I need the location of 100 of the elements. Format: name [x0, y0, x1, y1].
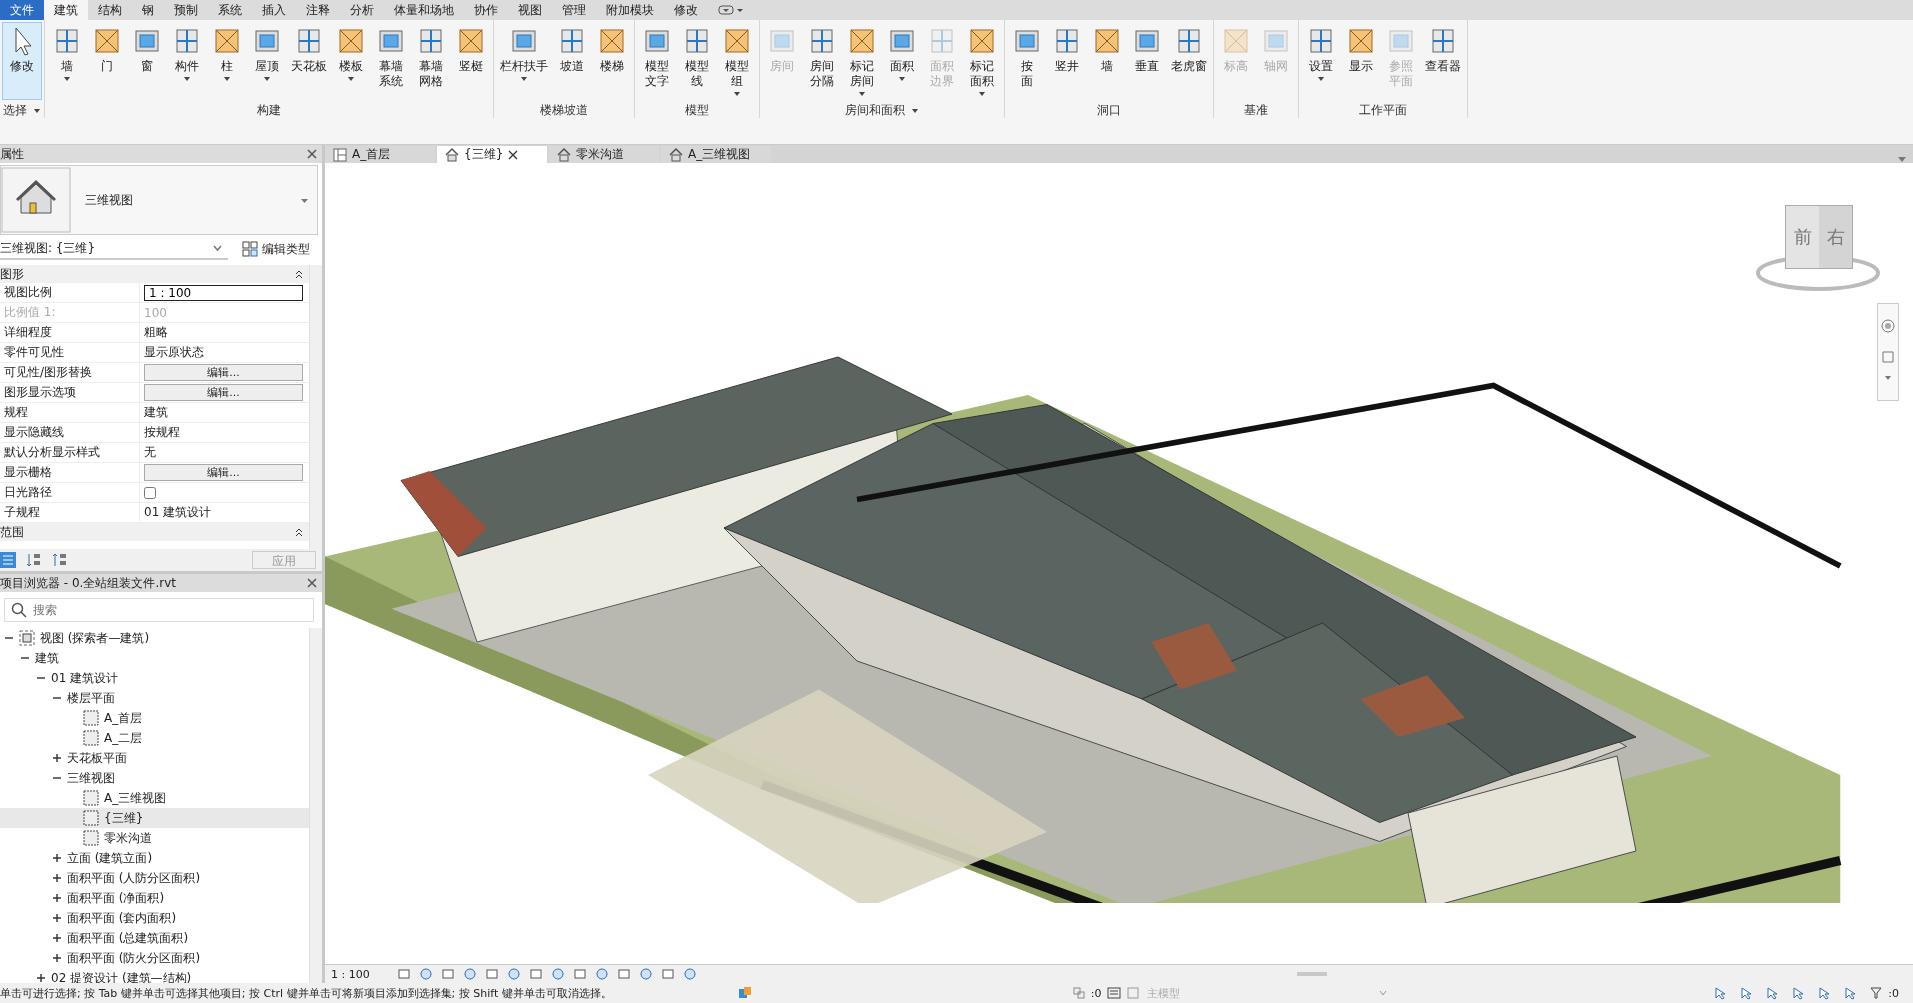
tree-item[interactable]: 零米沟道	[0, 828, 309, 848]
ribbon-tab[interactable]: 协作	[464, 0, 508, 20]
property-input[interactable]: 1 : 100	[144, 284, 303, 301]
cube-face-label[interactable]: 前	[1786, 206, 1819, 268]
view-icon	[83, 790, 99, 806]
ribbon-tool-button[interactable]: 显示	[1341, 22, 1381, 100]
edit-button[interactable]: 编辑...	[144, 384, 303, 401]
ribbon-tool-button[interactable]: 柱	[207, 22, 247, 100]
property-value: 01 建筑设计	[144, 504, 212, 521]
tree-item[interactable]: 02 提资设计 (建筑—结构)	[0, 968, 309, 983]
ribbon-tool-button[interactable]: 房间 分隔	[802, 22, 842, 100]
tree-item[interactable]: {三维}	[0, 808, 309, 828]
tree-item[interactable]: 楼层平面	[0, 688, 309, 708]
file-menu[interactable]: 文件	[0, 0, 44, 20]
ribbon-tab[interactable]: 注释	[296, 0, 340, 20]
scrollbar[interactable]	[309, 265, 322, 549]
view-tab[interactable]: 零米沟道	[549, 146, 659, 163]
property-label: 比例值 1:	[0, 303, 140, 322]
scrollbar[interactable]	[309, 628, 322, 983]
tree-item[interactable]: 天花板平面	[0, 748, 309, 768]
element-count: :0	[1090, 986, 1102, 1000]
ribbon-tab[interactable]: 修改	[664, 0, 708, 20]
ribbon-tool-button[interactable]: 栏杆扶手	[496, 22, 552, 100]
ribbon-tool-button[interactable]: 标记 面积	[962, 22, 1002, 100]
property-label: 详细程度	[0, 323, 140, 342]
ribbon-tab[interactable]: 钢	[132, 0, 164, 20]
panel-title: 属性	[0, 145, 24, 163]
ribbon-tool-button[interactable]: 楼板	[331, 22, 371, 100]
tree-item[interactable]: 视图 (探索者—建筑)	[0, 628, 309, 648]
view-cube[interactable]: 前 右	[1753, 203, 1883, 293]
property-value: 无	[144, 444, 156, 461]
ribbon-tool-button[interactable]: 竖井	[1047, 22, 1087, 100]
tree-item[interactable]: 面积平面 (防火分区面积)	[0, 948, 309, 968]
ribbon-tab[interactable]: 建筑	[44, 0, 88, 20]
caret-icon	[898, 75, 906, 82]
edit-button[interactable]: 编辑...	[144, 364, 303, 381]
tree-item[interactable]: 面积平面 (净面积)	[0, 888, 309, 908]
ribbon-tab[interactable]: 体量和场地	[384, 0, 464, 20]
view-tab[interactable]: A_首层	[325, 146, 435, 163]
tree-item[interactable]: A_三维视图	[0, 788, 309, 808]
property-value: 建筑	[144, 404, 168, 421]
ribbon-tool-button[interactable]: 墙	[1087, 22, 1127, 100]
ribbon-tool-button[interactable]: 标记 房间	[842, 22, 882, 100]
tree-item[interactable]: 立面 (建筑立面)	[0, 848, 309, 868]
type-selector[interactable]: 三维视图	[0, 165, 318, 235]
tree-item[interactable]: A_首层	[0, 708, 309, 728]
ribbon-tool-button[interactable]: 楼梯	[592, 22, 632, 100]
ribbon-tool-button[interactable]: 查看器	[1421, 22, 1465, 100]
ribbon-tool-button[interactable]: 模型 组	[717, 22, 757, 100]
view-tab[interactable]: A_三维视图	[661, 146, 771, 163]
ribbon-tab[interactable]: 附加模块	[596, 0, 664, 20]
tree-item[interactable]: 面积平面 (套内面积)	[0, 908, 309, 928]
3d-viewport[interactable]: 前 右	[325, 163, 1913, 964]
sort-ascending-icon	[26, 552, 42, 568]
ribbon-tab[interactable]: 分析	[340, 0, 384, 20]
instance-dropdown[interactable]: 三维视图: {三维}	[0, 238, 228, 260]
property-label: 日光路径	[0, 483, 140, 502]
checkbox[interactable]	[144, 486, 156, 499]
ribbon-tool-button[interactable]: 幕墙 网格	[411, 22, 451, 100]
view-tab[interactable]: {三维}	[437, 146, 547, 163]
ribbon-tool-button[interactable]: 窗	[127, 22, 167, 100]
ribbon-tool-button[interactable]: 竖梃	[451, 22, 491, 100]
tree-item[interactable]: 三维视图	[0, 768, 309, 788]
ribbon-tab[interactable]: 结构	[88, 0, 132, 20]
caret-icon	[347, 75, 355, 82]
view-scale[interactable]: 1 : 100	[331, 967, 391, 981]
cube-icon	[19, 630, 35, 646]
ribbon-tab[interactable]: 管理	[552, 0, 596, 20]
ribbon-tool-button[interactable]: 设置	[1301, 22, 1341, 100]
ribbon-tab[interactable]: 插入	[252, 0, 296, 20]
ribbon-tool-button[interactable]: 天花板	[287, 22, 331, 100]
property-group-header[interactable]: 范围	[0, 523, 309, 541]
edit-button[interactable]: 编辑...	[144, 464, 303, 481]
ribbon-tool-button[interactable]: 墙	[47, 22, 87, 100]
tree-item[interactable]: 面积平面 (人防分区面积)	[0, 868, 309, 888]
property-group-header[interactable]: 图形	[0, 265, 309, 283]
ribbon-tool-button[interactable]: 修改	[2, 22, 42, 100]
ribbon-tool-button[interactable]: 幕墙 系统	[371, 22, 411, 100]
status-message: 单击可进行选择; 按 Tab 键并单击可选择其他项目; 按 Ctrl 键并单击可将新项目添加到选择集; 按 Shift 键并单击可取消选择。	[0, 985, 612, 1001]
tree-item[interactable]: 面积平面 (总建筑面积)	[0, 928, 309, 948]
tree-item[interactable]: A_二层	[0, 728, 309, 748]
ribbon-tool-button[interactable]: 面积	[882, 22, 922, 100]
ribbon-tool-button[interactable]: 坡道	[552, 22, 592, 100]
ribbon-tool-button[interactable]: 门	[87, 22, 127, 100]
ribbon-tool-button[interactable]: 屋顶	[247, 22, 287, 100]
search-field[interactable]: 搜索	[4, 598, 314, 622]
tree-item[interactable]: 建筑	[0, 648, 309, 668]
ribbon-tab[interactable]: 系统	[208, 0, 252, 20]
ribbon-tool-button[interactable]: 老虎窗	[1167, 22, 1211, 100]
tree-item[interactable]: 01 建筑设计	[0, 668, 309, 688]
ribbon-tab[interactable]: 视图	[508, 0, 552, 20]
ribbon-tab[interactable]: 预制	[164, 0, 208, 20]
ribbon-tool-button[interactable]: 模型 线	[677, 22, 717, 100]
ribbon-tool-button[interactable]: 模型 文字	[637, 22, 677, 100]
ribbon-tool-button[interactable]: 垂直	[1127, 22, 1167, 100]
edit-type-button[interactable]: 编辑类型	[236, 239, 316, 259]
navigation-bar[interactable]	[1877, 303, 1899, 401]
ribbon-tool-button[interactable]: 按 面	[1007, 22, 1047, 100]
ribbon-tool-button[interactable]: 构件	[167, 22, 207, 100]
edit-type-icon	[242, 241, 258, 257]
